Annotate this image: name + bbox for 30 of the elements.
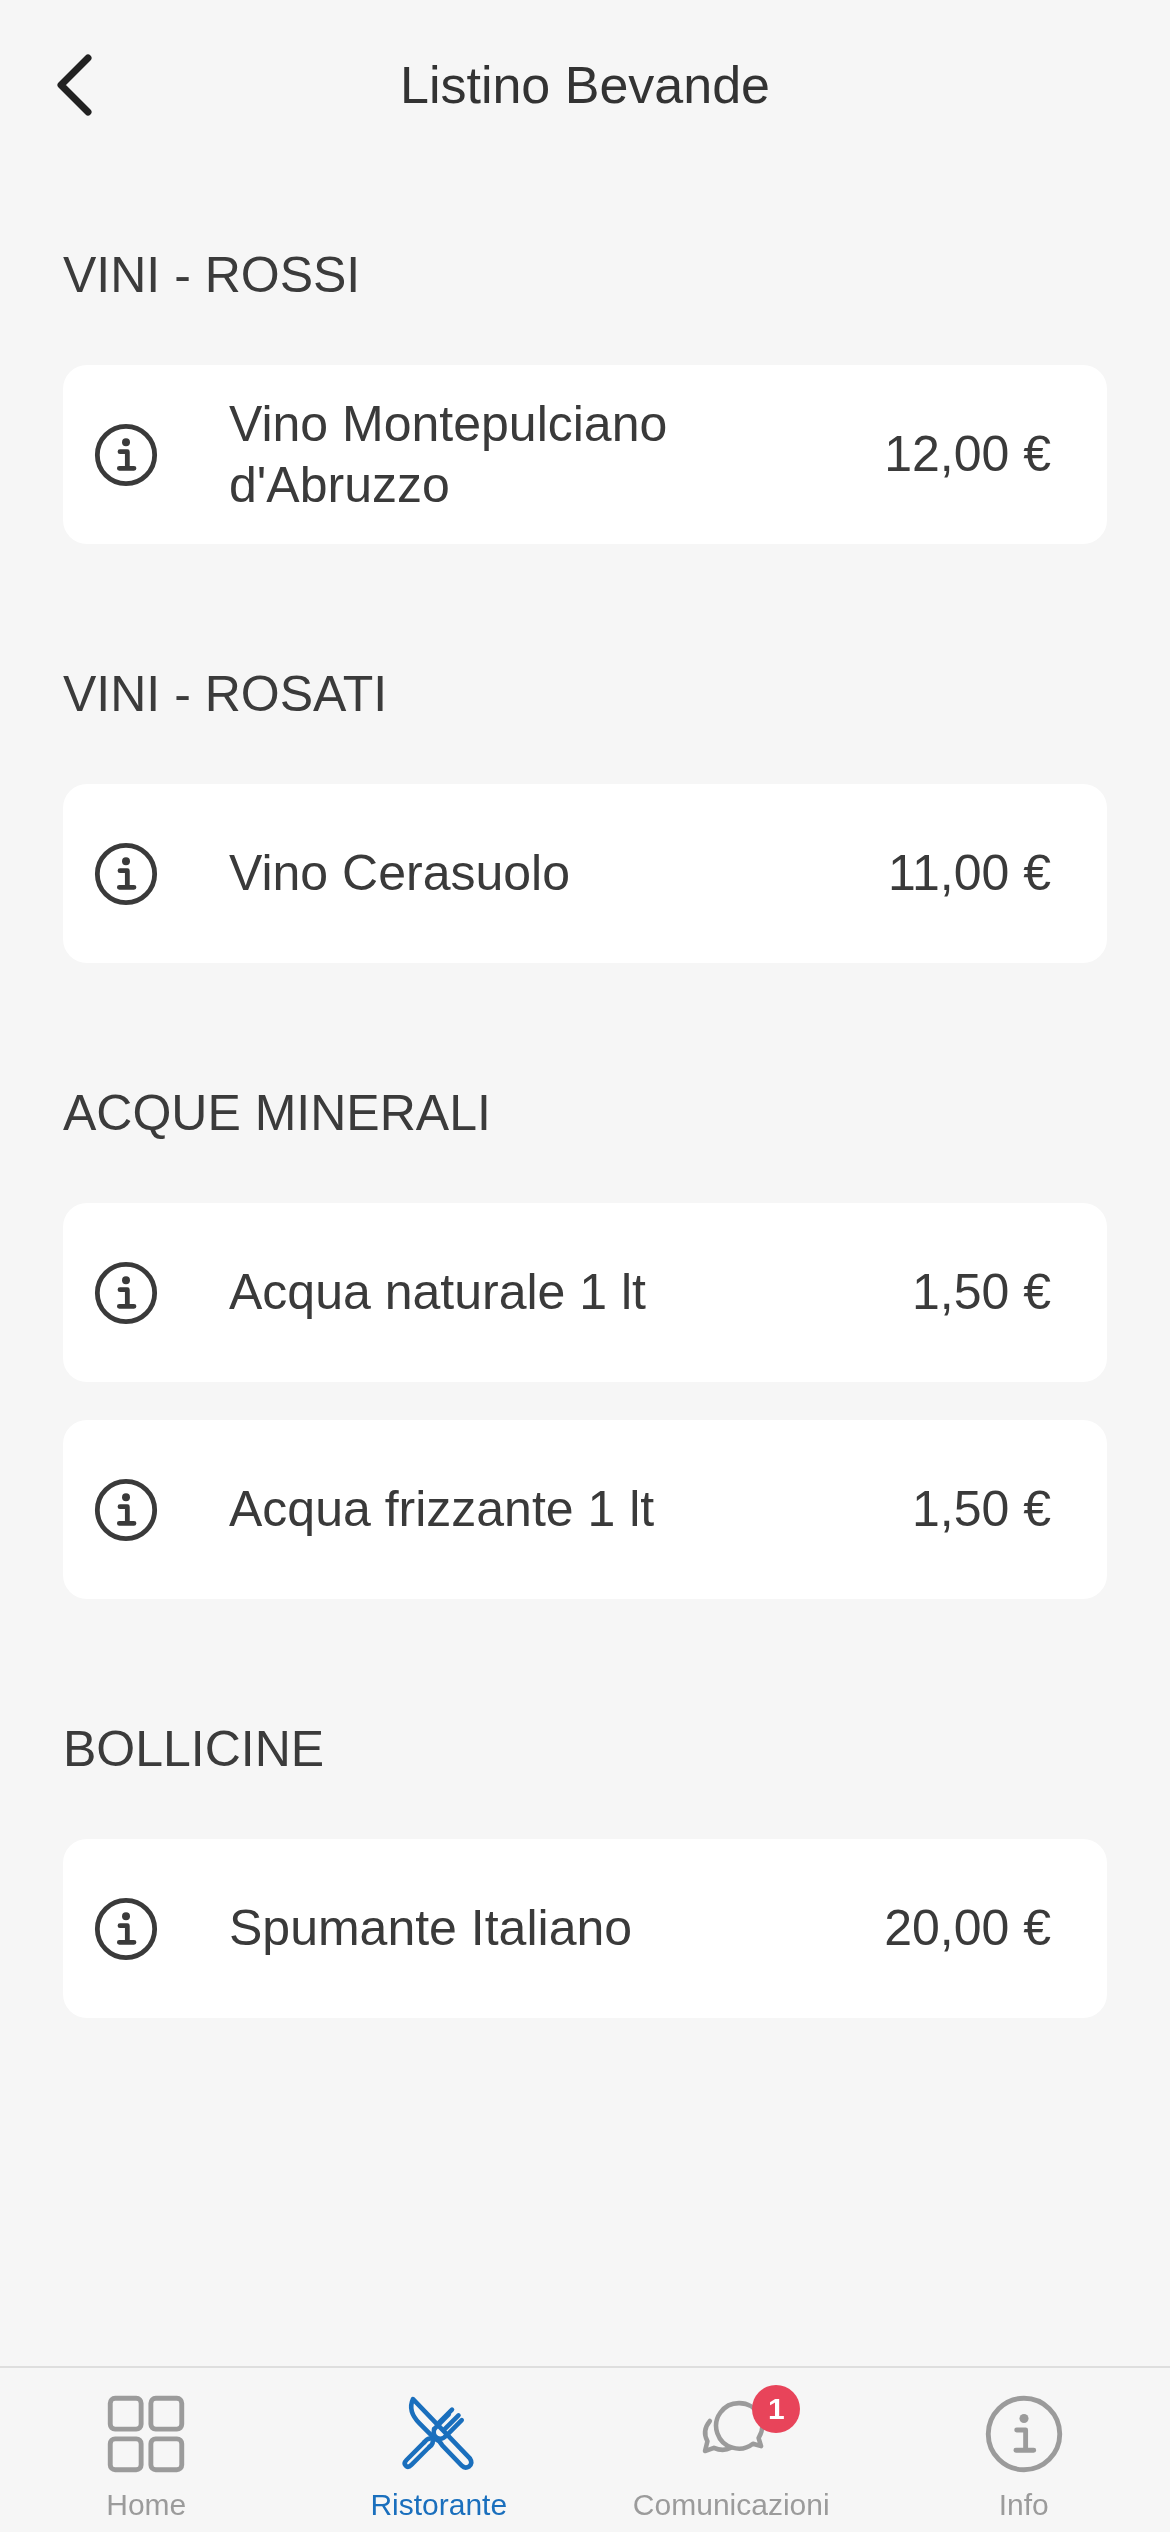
tab-bar-item[interactable]: Ristorante (292, 2368, 585, 2532)
info-icon[interactable] (94, 1477, 158, 1542)
item-price: 20,00 € (884, 1899, 1051, 1958)
item-name: Vino Montepulciano d'Abruzzo (229, 394, 669, 515)
info-icon[interactable] (94, 422, 158, 487)
item-name: Vino Cerasuolo (229, 844, 570, 903)
page-title: Listino Bevande (399, 55, 770, 116)
section-title: ACQUE MINERALI (63, 1084, 492, 1143)
section-title: VINI - ROSSI (63, 246, 362, 305)
info-icon[interactable] (94, 841, 158, 906)
menu-item-card[interactable]: Vino Cerasuolo 11,00 € (63, 784, 1107, 963)
info-icon[interactable] (94, 1896, 158, 1961)
item-price: 12,00 € (884, 425, 1051, 484)
menu-item-card[interactable]: Vino Montepulciano d'Abruzzo 12,00 € (63, 365, 1107, 544)
notification-badge: 1 (752, 2385, 801, 2433)
info-icon (984, 2395, 1063, 2473)
section-title: BOLLICINE (63, 1720, 326, 1779)
item-price: 1,50 € (912, 1480, 1051, 1539)
grid-icon (107, 2395, 186, 2473)
info-icon[interactable] (94, 1260, 158, 1325)
item-price: 11,00 € (887, 844, 1051, 903)
item-name: Acqua frizzante 1 lt (229, 1480, 655, 1539)
menu-item-card[interactable]: Spumante Italiano 20,00 € (63, 1839, 1107, 2018)
tab-bar-item[interactable]: 1 Comunicazioni (585, 2368, 878, 2532)
item-name: Acqua naturale 1 lt (229, 1263, 646, 1322)
item-price: 1,50 € (912, 1263, 1051, 1322)
item-name: Spumante Italiano (229, 1899, 633, 1958)
section-title: VINI - ROSATI (63, 665, 389, 724)
menu-item-card[interactable]: Acqua frizzante 1 lt 1,50 € (63, 1420, 1107, 1599)
menu-item-card[interactable]: Acqua naturale 1 lt 1,50 € (63, 1203, 1107, 1382)
